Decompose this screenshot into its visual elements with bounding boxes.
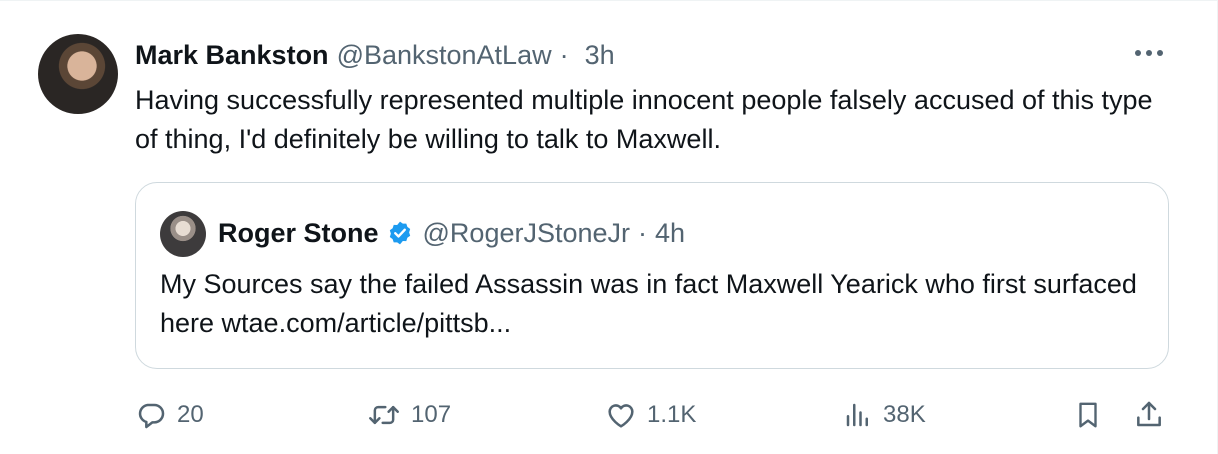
tweet-actions: 20 107 1.1K 38K: [135, 393, 1175, 437]
quoted-author-avatar: [160, 211, 206, 257]
quoted-meta-separator: ·: [638, 217, 648, 248]
more-options-button[interactable]: [1131, 39, 1167, 67]
reply-button[interactable]: 20: [135, 393, 204, 437]
author-avatar[interactable]: [38, 34, 118, 114]
quoted-tweet-text: My Sources say the failed Assassin was i…: [160, 269, 1137, 338]
more-icon: [1135, 50, 1163, 56]
author-name[interactable]: Mark Bankston: [135, 40, 329, 71]
tweet-timestamp[interactable]: 3h: [585, 40, 615, 71]
reply-count: 20: [177, 401, 204, 428]
repost-button[interactable]: 107: [367, 393, 451, 437]
share-button[interactable]: [1133, 393, 1165, 437]
verified-badge-icon: [387, 220, 413, 246]
quoted-tweet[interactable]: Roger Stone @RogerJStoneJr · 4h My Sourc…: [135, 182, 1169, 369]
meta-separator: ·: [559, 39, 569, 70]
like-button[interactable]: 1.1K: [605, 393, 696, 437]
like-icon: [608, 404, 634, 428]
like-count: 1.1K: [647, 401, 697, 428]
author-handle[interactable]: @BankstonAtLaw: [337, 40, 552, 71]
quoted-author-name: Roger Stone: [218, 217, 379, 248]
tweet-header: Mark Bankston @BankstonAtLaw · 3h: [135, 37, 615, 73]
views-icon: [846, 403, 868, 427]
view-count: 38K: [883, 401, 926, 428]
views-button[interactable]: 38K: [843, 393, 926, 437]
tweet-card[interactable]: Mark Bankston @BankstonAtLaw · 3h Having…: [0, 0, 1218, 454]
quoted-author-handle: @RogerJStoneJr: [422, 217, 631, 248]
reply-icon: [138, 403, 165, 429]
bookmark-icon: [1079, 402, 1097, 428]
tweet-text: Having successfully represented multiple…: [135, 85, 1153, 154]
quoted-tweet-timestamp: 4h: [655, 217, 686, 248]
repost-icon: [369, 405, 399, 425]
repost-count: 107: [411, 401, 452, 428]
share-icon: [1137, 401, 1161, 427]
bookmark-button[interactable]: [1073, 393, 1103, 437]
quoted-tweet-header: Roger Stone @RogerJStoneJr · 4h: [218, 215, 685, 251]
